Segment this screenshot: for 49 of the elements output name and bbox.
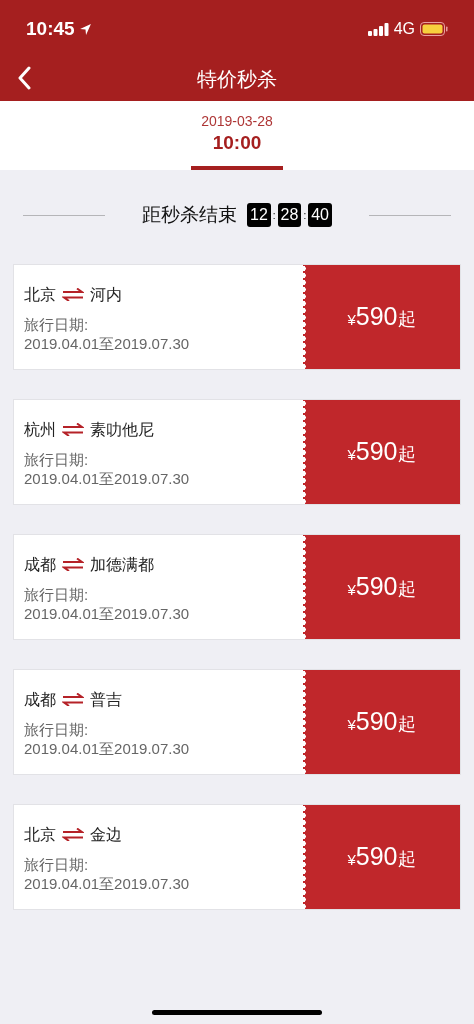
travel-date-range: 2019.04.01至2019.07.30 (24, 468, 191, 488)
destination-city: 加德满都 (90, 554, 154, 575)
round-trip-icon (62, 423, 84, 436)
date-tab[interactable]: 2019-03-28 10:00 (191, 101, 283, 170)
round-trip-icon (62, 558, 84, 571)
origin-city: 杭州 (24, 419, 56, 440)
travel-date-range: 2019.04.01至2019.07.30 (24, 738, 191, 758)
travel-date-label: 旅行日期: (24, 449, 90, 469)
status-time: 10:45 (26, 16, 75, 41)
price-tag[interactable]: ¥590起 (303, 399, 460, 504)
time-separator: : (303, 208, 307, 223)
countdown-minutes: 28 (277, 203, 302, 228)
countdown-hours: 12 (247, 203, 271, 228)
travel-date-range: 2019.04.01至2019.07.30 (24, 873, 191, 893)
network-label: 4G (393, 19, 415, 39)
round-trip-icon (62, 828, 84, 841)
origin-city: 成都 (24, 689, 56, 710)
time-separator: : (272, 208, 276, 223)
travel-date-label: 旅行日期: (24, 584, 90, 604)
travel-date-label: 旅行日期: (24, 719, 90, 739)
origin-city: 北京 (24, 824, 56, 845)
countdown-seconds: 40 (308, 203, 332, 228)
deal-card[interactable]: 成都 普吉 旅行日期: 2019.04.01至2019.07.30 ¥590起 (13, 668, 461, 775)
back-icon (17, 66, 31, 90)
travel-date-label: 旅行日期: (24, 314, 90, 334)
travel-date-label: 旅行日期: (24, 854, 90, 874)
deal-card[interactable]: 北京 河内 旅行日期: 2019.04.01至2019.07.30 ¥590起 (13, 263, 461, 370)
price-tag[interactable]: ¥590起 (303, 264, 460, 369)
round-trip-icon (62, 693, 84, 706)
price-tag[interactable]: ¥590起 (303, 669, 460, 774)
countdown-label: 距秒杀结束 (142, 203, 237, 227)
battery-icon (420, 22, 448, 36)
travel-date-range: 2019.04.01至2019.07.30 (24, 603, 191, 623)
deal-card[interactable]: 北京 金边 旅行日期: 2019.04.01至2019.07.30 ¥590起 (13, 803, 461, 910)
location-arrow-icon (78, 22, 92, 36)
travel-date-range: 2019.04.01至2019.07.30 (24, 333, 191, 353)
destination-city: 素叻他尼 (90, 419, 154, 440)
signal-icon (367, 22, 389, 36)
price-tag[interactable]: ¥590起 (303, 534, 460, 639)
deal-card[interactable]: 杭州 素叻他尼 旅行日期: 2019.04.01至2019.07.30 ¥590起 (13, 398, 461, 505)
deal-card[interactable]: 成都 加德满都 旅行日期: 2019.04.01至2019.07.30 ¥590起 (13, 533, 461, 640)
origin-city: 北京 (24, 284, 56, 305)
destination-city: 河内 (90, 284, 122, 305)
round-trip-icon (62, 288, 84, 301)
destination-city: 普吉 (90, 689, 122, 710)
destination-city: 金边 (90, 824, 122, 845)
page-title: 特价秒杀 (197, 66, 277, 92)
origin-city: 成都 (24, 554, 56, 575)
price-tag[interactable]: ¥590起 (303, 804, 460, 909)
